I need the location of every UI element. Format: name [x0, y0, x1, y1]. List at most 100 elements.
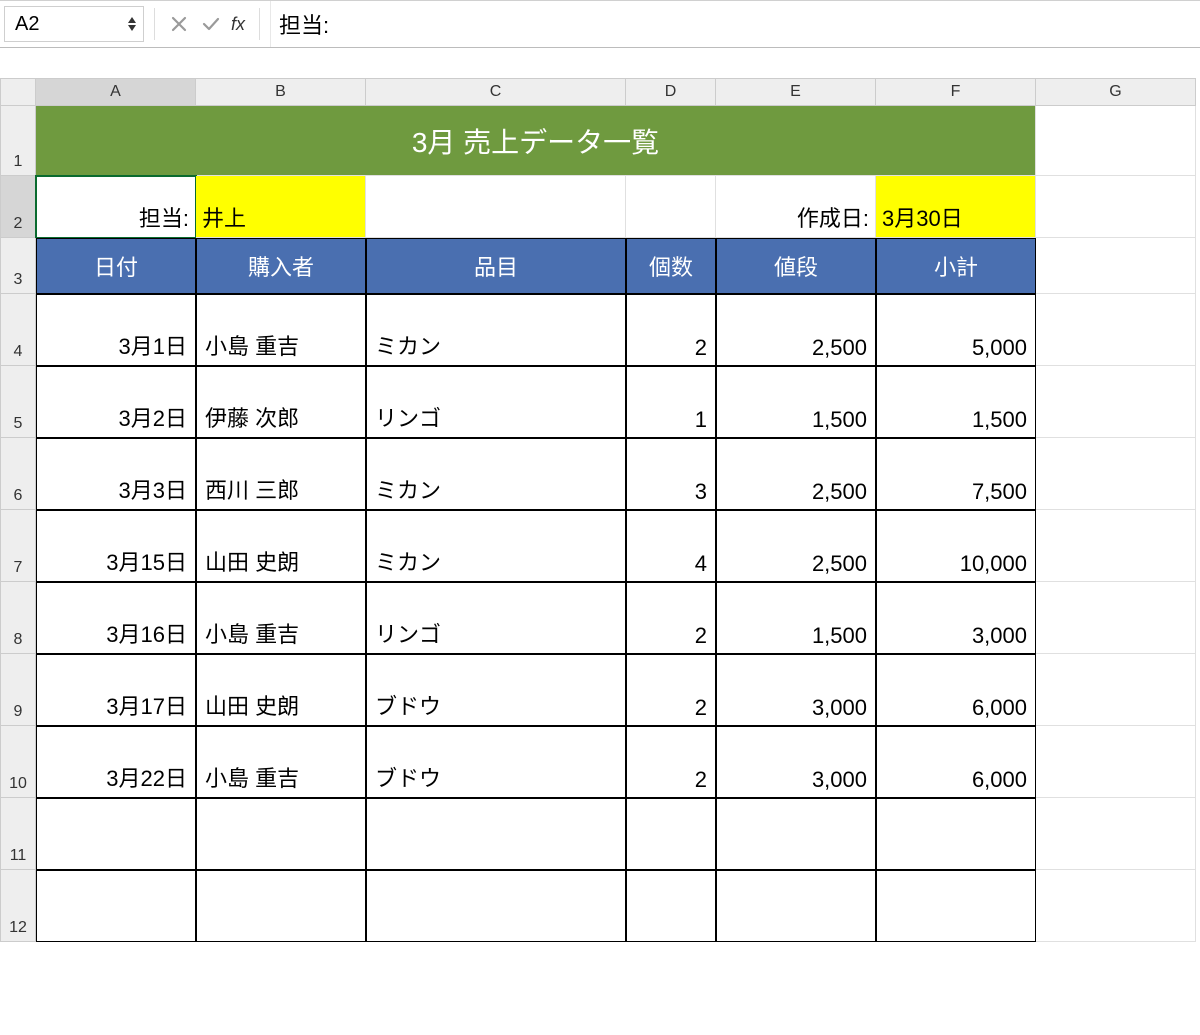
formula-input[interactable]: 担当: [270, 1, 1196, 47]
th-buyer[interactable]: 購入者 [196, 238, 366, 294]
cell[interactable] [626, 176, 716, 238]
cell[interactable] [36, 798, 196, 870]
created-value-cell[interactable]: 3月30日 [876, 176, 1036, 238]
cell[interactable]: 3,000 [876, 582, 1036, 654]
cell[interactable]: 1,500 [716, 582, 876, 654]
col-head-D[interactable]: D [626, 78, 716, 106]
cell[interactable]: ミカン [366, 294, 626, 366]
cell[interactable]: リンゴ [366, 582, 626, 654]
cell[interactable] [1036, 726, 1196, 798]
th-qty[interactable]: 個数 [626, 238, 716, 294]
cell[interactable]: 4 [626, 510, 716, 582]
cell[interactable] [716, 798, 876, 870]
col-head-A[interactable]: A [36, 78, 196, 106]
cell[interactable]: 2 [626, 582, 716, 654]
cell[interactable] [1036, 438, 1196, 510]
cell[interactable]: 5,000 [876, 294, 1036, 366]
row-head[interactable]: 6 [0, 438, 36, 510]
row-head[interactable]: 10 [0, 726, 36, 798]
cell[interactable] [196, 870, 366, 942]
cell[interactable]: 7,500 [876, 438, 1036, 510]
cell[interactable] [366, 176, 626, 238]
cell[interactable]: ミカン [366, 510, 626, 582]
cell[interactable]: 1 [626, 366, 716, 438]
cell[interactable]: 2 [626, 654, 716, 726]
cell[interactable] [1036, 238, 1196, 294]
col-head-F[interactable]: F [876, 78, 1036, 106]
th-item[interactable]: 品目 [366, 238, 626, 294]
cell[interactable]: 小島 重吉 [196, 294, 366, 366]
cell[interactable]: 2,500 [716, 294, 876, 366]
cell[interactable]: 6,000 [876, 726, 1036, 798]
th-sub[interactable]: 小計 [876, 238, 1036, 294]
cell[interactable] [626, 870, 716, 942]
th-price[interactable]: 値段 [716, 238, 876, 294]
cell[interactable]: 山田 史朗 [196, 654, 366, 726]
cell[interactable]: 3,000 [716, 726, 876, 798]
cell[interactable]: 3月1日 [36, 294, 196, 366]
cell[interactable]: 2 [626, 726, 716, 798]
cancel-button[interactable] [165, 10, 193, 38]
cell[interactable]: 6,000 [876, 654, 1036, 726]
row-head[interactable]: 4 [0, 294, 36, 366]
select-all-corner[interactable] [0, 78, 36, 106]
staff-value-cell[interactable]: 井上 [196, 176, 366, 238]
cell[interactable]: 3月22日 [36, 726, 196, 798]
created-label-cell[interactable]: 作成日: [716, 176, 876, 238]
cell[interactable]: 小島 重吉 [196, 726, 366, 798]
cell[interactable] [366, 798, 626, 870]
name-box-stepper[interactable] [127, 16, 137, 32]
cell[interactable]: 2,500 [716, 510, 876, 582]
cell[interactable]: 小島 重吉 [196, 582, 366, 654]
cell[interactable]: 10,000 [876, 510, 1036, 582]
cell[interactable] [196, 798, 366, 870]
confirm-button[interactable] [197, 10, 225, 38]
row-head[interactable]: 5 [0, 366, 36, 438]
row-head[interactable]: 2 [0, 176, 36, 238]
cell[interactable] [1036, 870, 1196, 942]
cell[interactable] [716, 870, 876, 942]
cell[interactable]: 3,000 [716, 654, 876, 726]
cell[interactable] [1036, 510, 1196, 582]
row-head[interactable]: 8 [0, 582, 36, 654]
col-head-E[interactable]: E [716, 78, 876, 106]
row-head[interactable]: 11 [0, 798, 36, 870]
cell[interactable]: ミカン [366, 438, 626, 510]
cell[interactable]: 2,500 [716, 438, 876, 510]
cell[interactable] [1036, 294, 1196, 366]
col-head-G[interactable]: G [1036, 78, 1196, 106]
staff-label-cell[interactable]: 担当: [36, 176, 196, 238]
name-box[interactable]: A2 [4, 6, 144, 42]
cell[interactable] [1036, 106, 1196, 176]
row-head[interactable]: 9 [0, 654, 36, 726]
cell[interactable] [626, 798, 716, 870]
cell[interactable] [1036, 654, 1196, 726]
th-date[interactable]: 日付 [36, 238, 196, 294]
cell[interactable]: 西川 三郎 [196, 438, 366, 510]
col-head-C[interactable]: C [366, 78, 626, 106]
col-head-B[interactable]: B [196, 78, 366, 106]
cell[interactable]: ブドウ [366, 726, 626, 798]
fx-label[interactable]: fx [231, 14, 245, 35]
cell[interactable]: 3 [626, 438, 716, 510]
cell[interactable]: リンゴ [366, 366, 626, 438]
cell[interactable] [366, 870, 626, 942]
cell[interactable]: ブドウ [366, 654, 626, 726]
cell[interactable] [1036, 366, 1196, 438]
cell[interactable]: 3月2日 [36, 366, 196, 438]
row-head[interactable]: 1 [0, 106, 36, 176]
cell[interactable] [36, 870, 196, 942]
cell[interactable]: 1,500 [876, 366, 1036, 438]
cell[interactable] [876, 870, 1036, 942]
cell[interactable]: 山田 史朗 [196, 510, 366, 582]
cell[interactable]: 3月3日 [36, 438, 196, 510]
row-head[interactable]: 7 [0, 510, 36, 582]
cell[interactable]: 3月17日 [36, 654, 196, 726]
cell[interactable]: 1,500 [716, 366, 876, 438]
cell[interactable] [876, 798, 1036, 870]
title-cell[interactable]: 3月 売上データ一覧 [36, 106, 1036, 176]
cell[interactable]: 3月16日 [36, 582, 196, 654]
cell[interactable]: 2 [626, 294, 716, 366]
cell[interactable] [1036, 582, 1196, 654]
row-head[interactable]: 12 [0, 870, 36, 942]
